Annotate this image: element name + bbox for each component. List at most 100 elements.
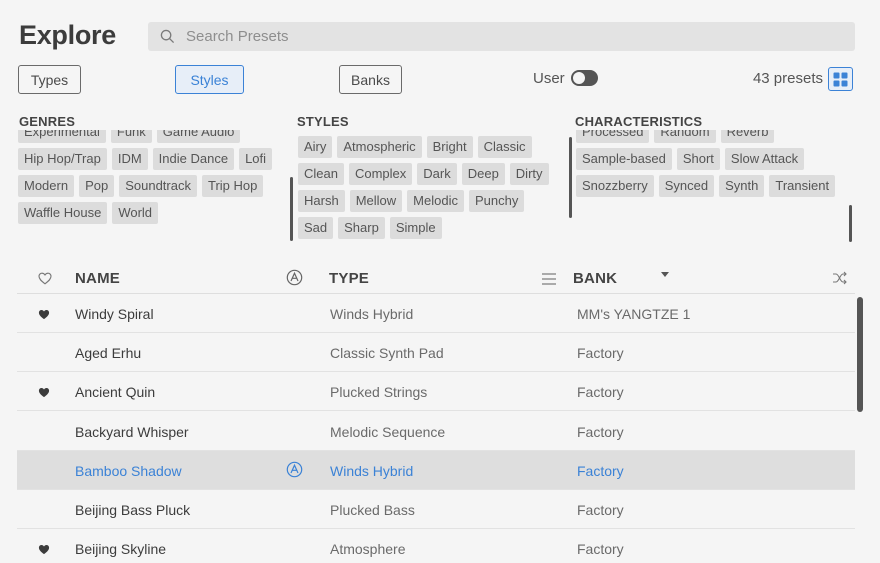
preset-bank: Factory <box>577 384 624 401</box>
menu-icon[interactable] <box>542 273 556 285</box>
user-toggle[interactable] <box>571 70 598 86</box>
preset-name: Beijing Bass Pluck <box>75 502 191 518</box>
search-icon <box>160 29 175 44</box>
styles-tag[interactable]: Sharp <box>338 217 385 239</box>
sort-caret-icon[interactable] <box>661 272 669 277</box>
characteristics-title: CHARACTERISTICS <box>575 114 703 129</box>
characteristics-tag[interactable]: Snozzberry <box>576 175 654 197</box>
styles-tag[interactable]: Bright <box>426 136 473 158</box>
characteristics-tag[interactable]: Short <box>676 148 720 170</box>
characteristics-tag[interactable]: Synth <box>719 175 765 197</box>
genres-tag[interactable]: Hip Hop/Trap <box>18 148 107 170</box>
heart-outline-icon[interactable] <box>38 272 52 285</box>
styles-tag[interactable]: Dirty <box>509 163 549 185</box>
styles-tag[interactable]: Complex <box>348 163 413 185</box>
genres-tag[interactable]: Funk <box>110 130 152 143</box>
heart-filled-icon[interactable] <box>38 307 50 323</box>
preset-type: Plucked Strings <box>330 384 428 401</box>
styles-tag[interactable]: Simple <box>389 217 442 239</box>
genres-tag[interactable]: Pop <box>79 175 115 197</box>
preset-bank: MM's YANGTZE 1 <box>577 306 691 322</box>
table-row[interactable]: Bamboo Shadow Winds Hybrid Factory <box>17 450 855 490</box>
preset-name: Windy Spiral <box>75 306 154 322</box>
user-label: User <box>533 70 565 87</box>
characteristics-tag[interactable]: Transient <box>769 175 836 197</box>
styles-tag[interactable]: Harsh <box>298 190 345 212</box>
genres-tag[interactable]: Experimental <box>18 130 106 143</box>
styles-tag[interactable]: Deep <box>461 163 505 185</box>
preset-type: Melodic Sequence <box>330 423 446 440</box>
styles-title: STYLES <box>297 114 349 129</box>
styles-scrollbar[interactable] <box>290 177 293 241</box>
genres-tag[interactable]: Game Audio <box>156 130 241 143</box>
characteristics-tag-list: Processed Random Reverb Sample-based Short Sl… <box>576 130 846 240</box>
styles-tag[interactable]: Punchy <box>468 190 525 212</box>
styles-button[interactable]: Styles <box>175 65 244 94</box>
characteristics-tag[interactable]: Random <box>654 130 716 143</box>
preset-name: Bamboo Shadow <box>75 462 182 479</box>
styles-tag[interactable]: Airy <box>298 136 333 158</box>
arturia-logo-icon[interactable] <box>286 269 303 286</box>
genres-tag[interactable]: Indie Dance <box>152 148 235 170</box>
genres-tag[interactable]: Trip Hop <box>201 175 264 197</box>
table-row[interactable]: Beijing Bass Pluck Plucked Bass Factory <box>17 490 855 529</box>
genres-tag[interactable]: World <box>112 202 159 224</box>
characteristics-divider <box>569 137 572 218</box>
genres-tag[interactable]: Soundtrack <box>119 175 197 197</box>
heart-filled-icon[interactable] <box>38 542 50 558</box>
preset-type: Winds Hybrid <box>330 306 414 322</box>
styles-tag[interactable]: Atmospheric <box>337 136 422 158</box>
characteristics-tag[interactable]: Slow Attack <box>724 148 805 170</box>
characteristics-scrollbar[interactable] <box>849 205 852 242</box>
preset-name: Backyard Whisper <box>75 423 189 440</box>
preset-name: Aged Erhu <box>75 345 142 362</box>
genres-tag[interactable]: IDM <box>111 148 148 170</box>
table-row[interactable]: Beijing Skyline Atmosphere Factory <box>17 529 855 563</box>
genres-tag[interactable]: Lofi <box>239 148 273 170</box>
table-scrollbar[interactable] <box>857 297 863 412</box>
arturia-badge-icon <box>286 461 303 481</box>
styles-tag[interactable]: Sad <box>298 217 334 239</box>
styles-tag[interactable]: Melodic <box>407 190 464 212</box>
preset-name: Beijing Skyline <box>75 541 167 558</box>
banks-button[interactable]: Banks <box>339 65 402 94</box>
styles-tag[interactable]: Clean <box>298 163 344 185</box>
table-row[interactable]: Backyard Whisper Melodic Sequence Factory <box>17 412 855 451</box>
preset-type: Plucked Bass <box>330 502 415 518</box>
page-title: Explore <box>19 20 116 50</box>
characteristics-tag[interactable]: Sample-based <box>576 148 672 170</box>
type-column-header[interactable]: TYPE <box>329 270 369 287</box>
shuffle-icon[interactable] <box>832 271 848 285</box>
genres-tag[interactable]: Modern <box>18 175 75 197</box>
genres-tag-list: Experimental Funk Game Audio Hip Hop/Trap ID… <box>18 130 283 240</box>
characteristics-tag[interactable]: Reverb <box>720 130 775 143</box>
preset-bank: Factory <box>577 541 624 558</box>
grid-icon <box>833 72 848 86</box>
characteristics-tag[interactable]: Synced <box>658 175 715 197</box>
table-row[interactable]: Ancient Quin Plucked Strings Factory <box>17 372 855 412</box>
genres-tag[interactable]: Waffle House <box>18 202 108 224</box>
styles-tag[interactable]: Classic <box>477 136 532 158</box>
preset-bank: Factory <box>577 502 624 518</box>
characteristics-tag[interactable]: Processed <box>576 130 650 143</box>
preset-type: Atmosphere <box>330 541 406 558</box>
table-row[interactable]: Windy Spiral Winds Hybrid MM's YANGTZE 1 <box>17 294 855 333</box>
types-button[interactable]: Types <box>18 65 81 94</box>
search-input[interactable]: Search Presets <box>148 22 855 51</box>
preset-bank: Factory <box>577 345 624 362</box>
table-header: NAME TYPE BANK <box>17 262 855 294</box>
bank-column-header[interactable]: BANK <box>573 270 617 287</box>
heart-filled-icon[interactable] <box>38 385 50 401</box>
styles-tag-list: Airy Atmospheric Bright Classic Clean Complex… <box>298 136 563 246</box>
table-row[interactable]: Aged Erhu Classic Synth Pad Factory <box>17 333 855 373</box>
styles-tag[interactable]: Mellow <box>349 190 403 212</box>
preset-bank: Factory <box>577 462 624 479</box>
preset-bank: Factory <box>577 423 624 440</box>
grid-view-button[interactable] <box>828 67 853 91</box>
preset-type: Classic Synth Pad <box>330 345 444 362</box>
preset-name: Ancient Quin <box>75 384 156 401</box>
name-column-header[interactable]: NAME <box>75 270 120 287</box>
styles-tag[interactable]: Dark <box>417 163 457 185</box>
preset-count: 43 presets <box>752 70 823 87</box>
genres-title: GENRES <box>19 114 76 129</box>
